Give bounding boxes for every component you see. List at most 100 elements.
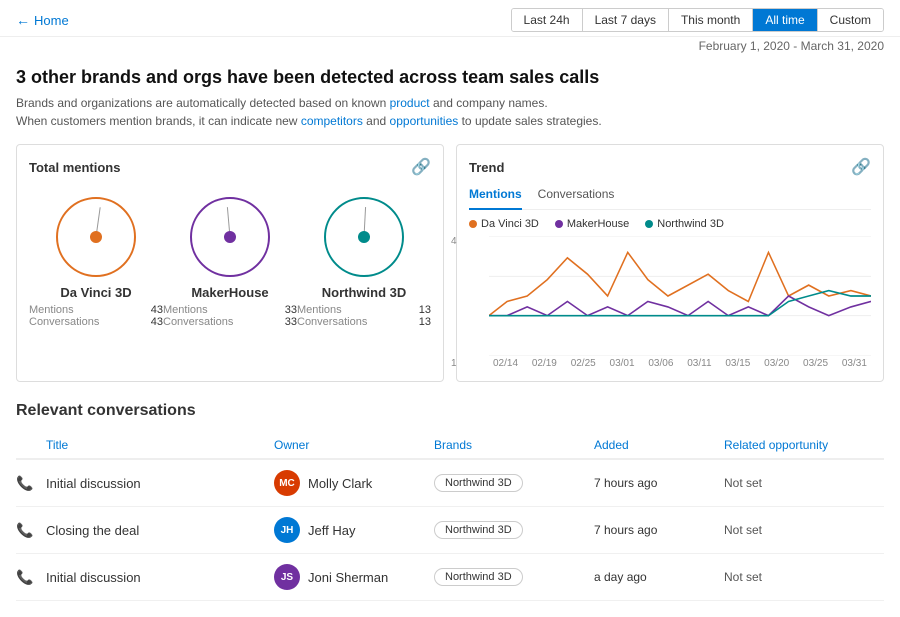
share-icon[interactable]: 🔗	[411, 157, 431, 177]
trend-card-title: Trend 🔗	[469, 157, 871, 177]
brand-name-makerhouse: MakerHouse	[163, 285, 297, 300]
time-filter-group: Last 24h Last 7 days This month All time…	[511, 8, 884, 32]
back-link[interactable]: ← Home	[16, 12, 69, 28]
added-2: 7 hours ago	[594, 523, 724, 537]
related-1: Not set	[724, 476, 884, 490]
x-label-0301: 03/01	[610, 358, 635, 369]
brand-tag-1: Northwind 3D	[434, 474, 523, 492]
brand-stats-northwind: Mentions 13 Conversations 13	[297, 304, 431, 328]
col-title[interactable]: Title	[46, 438, 274, 452]
tab-mentions[interactable]: Mentions	[469, 187, 522, 210]
filter-last24h[interactable]: Last 24h	[512, 9, 583, 31]
legend-dot-makerhouse	[555, 220, 563, 228]
filter-thismonth[interactable]: This month	[669, 9, 753, 31]
x-label-0311: 03/11	[687, 358, 711, 369]
legend-label-davinci: Da Vinci 3D	[481, 218, 539, 230]
x-axis-labels: 02/14 02/19 02/25 03/01 03/06 03/11 03/1…	[489, 358, 871, 369]
call-icon-2: 📞	[16, 522, 46, 539]
brand-circle-purple	[190, 197, 270, 277]
brand-name-davinci: Da Vinci 3D	[29, 285, 163, 300]
cards-row: Total mentions 🔗 Da Vinci 3D Mentions 43	[16, 144, 884, 382]
back-label: Home	[34, 13, 69, 28]
col-owner[interactable]: Owner	[274, 438, 434, 452]
brand-item-northwind: Northwind 3D Mentions 13 Conversations 1…	[297, 197, 431, 328]
brand-item-makerhouse: MakerHouse Mentions 33 Conversations 33	[163, 197, 297, 328]
section-title-conversations: Relevant conversations	[16, 402, 884, 420]
row-title-1[interactable]: Initial discussion	[46, 476, 274, 491]
filter-alltime[interactable]: All time	[753, 9, 817, 31]
top-bar: ← Home Last 24h Last 7 days This month A…	[0, 0, 900, 37]
owner-cell-2: JH Jeff Hay	[274, 517, 434, 543]
table-row: 📞 Initial discussion JS Joni Sherman Nor…	[16, 554, 884, 601]
brand-stats-davinci: Mentions 43 Conversations 43	[29, 304, 163, 328]
brand-dot-teal	[358, 231, 370, 243]
main-content: 3 other brands and orgs have been detect…	[0, 59, 900, 617]
x-label-0219: 02/19	[532, 358, 557, 369]
avatar-3: JS	[274, 564, 300, 590]
table-row: 📞 Closing the deal JH Jeff Hay Northwind…	[16, 507, 884, 554]
row-title-3[interactable]: Initial discussion	[46, 570, 274, 585]
brand-stats-makerhouse: Mentions 33 Conversations 33	[163, 304, 297, 328]
y-axis-labels: 4 1	[451, 236, 457, 369]
product-link[interactable]: product	[390, 96, 430, 110]
owner-name-2: Jeff Hay	[308, 523, 355, 538]
brand-name-northwind: Northwind 3D	[297, 285, 431, 300]
legend-davinci: Da Vinci 3D	[469, 218, 539, 230]
trend-tabs: Mentions Conversations	[469, 187, 871, 210]
owner-cell-1: MC Molly Clark	[274, 470, 434, 496]
subtitle-line1: Brands and organizations are automatical…	[16, 96, 548, 110]
filter-custom[interactable]: Custom	[818, 9, 883, 31]
brand-dot-orange	[90, 231, 102, 243]
table-header: Title Owner Brands Added Related opportu…	[16, 432, 884, 460]
x-label-0214: 02/14	[493, 358, 518, 369]
chart-wrapper: 4 1	[469, 236, 871, 369]
total-mentions-card: Total mentions 🔗 Da Vinci 3D Mentions 43	[16, 144, 444, 382]
x-label-0331: 03/31	[842, 358, 867, 369]
date-range: February 1, 2020 - March 31, 2020	[0, 37, 900, 59]
y-label-1: 1	[451, 358, 457, 369]
brand-tag-2: Northwind 3D	[434, 521, 523, 539]
subtitle-line2: When customers mention brands, it can in…	[16, 114, 602, 128]
legend-makerhouse: MakerHouse	[555, 218, 629, 230]
trend-share-icon[interactable]: 🔗	[851, 157, 871, 177]
owner-name-3: Joni Sherman	[308, 570, 388, 585]
back-arrow-icon: ←	[16, 12, 30, 28]
related-2: Not set	[724, 523, 884, 537]
call-icon-3: 📞	[16, 569, 46, 586]
col-brands[interactable]: Brands	[434, 438, 594, 452]
filter-last7d[interactable]: Last 7 days	[583, 9, 669, 31]
brands-row: Da Vinci 3D Mentions 43 Conversations 43	[29, 187, 431, 338]
brand-cell-1: Northwind 3D	[434, 474, 594, 492]
related-3: Not set	[724, 570, 884, 584]
x-label-0325: 03/25	[803, 358, 828, 369]
owner-cell-3: JS Joni Sherman	[274, 564, 434, 590]
x-label-0225: 02/25	[571, 358, 596, 369]
tab-conversations[interactable]: Conversations	[538, 187, 615, 205]
x-label-0315: 03/15	[725, 358, 750, 369]
added-1: 7 hours ago	[594, 476, 724, 490]
x-label-0320: 03/20	[764, 358, 789, 369]
avatar-2: JH	[274, 517, 300, 543]
brand-cell-3: Northwind 3D	[434, 568, 594, 586]
competitors-link[interactable]: competitors	[301, 114, 363, 128]
legend-label-makerhouse: MakerHouse	[567, 218, 629, 230]
col-related[interactable]: Related opportunity	[724, 438, 884, 452]
brand-circle-teal	[324, 197, 404, 277]
row-title-2[interactable]: Closing the deal	[46, 523, 274, 538]
col-icon-spacer	[16, 438, 46, 452]
legend-dot-davinci	[469, 220, 477, 228]
trend-svg	[489, 236, 871, 356]
x-label-0306: 03/06	[648, 358, 673, 369]
total-mentions-title: Total mentions 🔗	[29, 157, 431, 177]
brand-item-davinci: Da Vinci 3D Mentions 43 Conversations 43	[29, 197, 163, 328]
call-icon-1: 📞	[16, 475, 46, 492]
trend-chart	[489, 236, 871, 356]
table-row: 📞 Initial discussion MC Molly Clark Nort…	[16, 460, 884, 507]
chart-legend: Da Vinci 3D MakerHouse Northwind 3D	[469, 218, 871, 230]
brand-dot-purple	[224, 231, 236, 243]
added-3: a day ago	[594, 570, 724, 584]
owner-name-1: Molly Clark	[308, 476, 372, 491]
opportunities-link[interactable]: opportunities	[390, 114, 459, 128]
page-title: 3 other brands and orgs have been detect…	[16, 67, 884, 88]
col-added[interactable]: Added	[594, 438, 724, 452]
